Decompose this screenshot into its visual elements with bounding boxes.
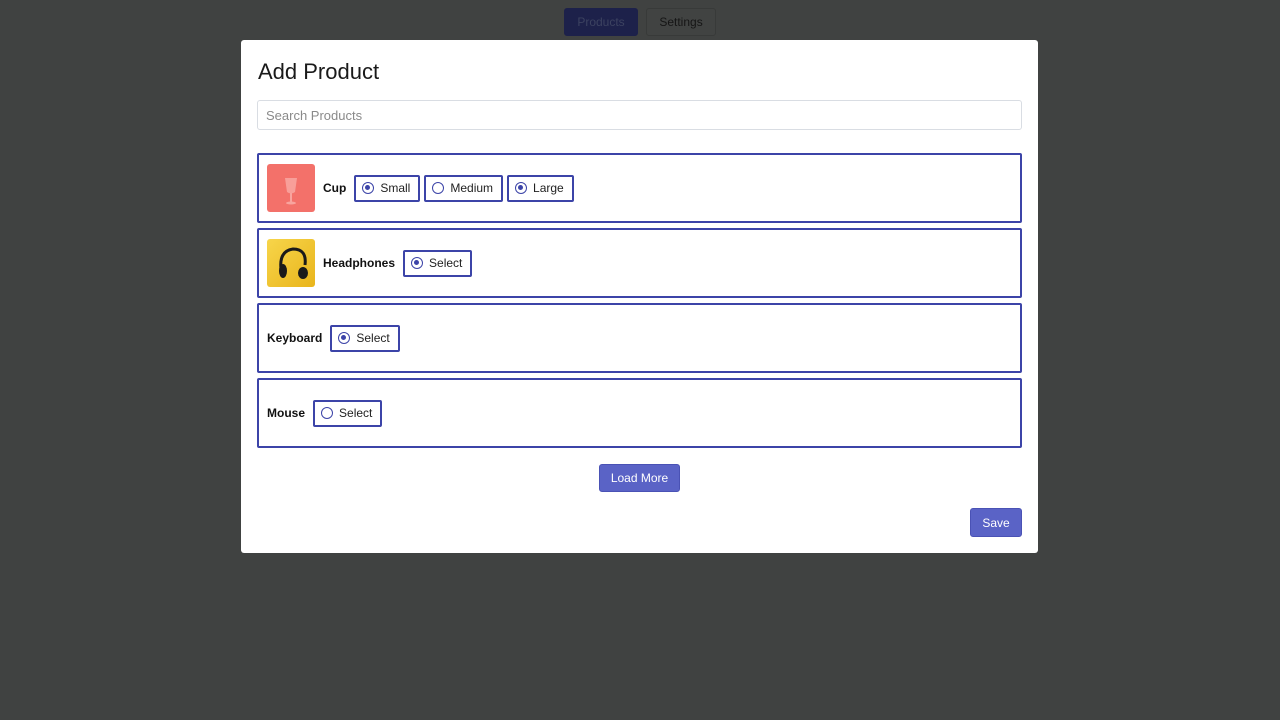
- radio-unchecked-icon: [321, 407, 334, 419]
- cup-icon: [285, 178, 297, 205]
- radio-unchecked-icon: [432, 182, 445, 194]
- headphones-image: [267, 239, 315, 287]
- search-input[interactable]: [257, 100, 1022, 130]
- tab-settings[interactable]: Settings: [646, 8, 716, 36]
- option-small[interactable]: Small: [354, 174, 421, 202]
- modal-title: Add Product: [258, 59, 380, 84]
- option-label: Small: [380, 181, 411, 195]
- tab-products[interactable]: Products: [564, 8, 638, 36]
- add-product-modal: Add Product Cup Small Medium: [241, 40, 1038, 553]
- cup-image: [267, 164, 315, 212]
- product-item-mouse: Mouse Select: [257, 378, 1022, 448]
- option-large[interactable]: Large: [507, 174, 574, 202]
- option-label: Select: [339, 406, 373, 420]
- save-button[interactable]: Save: [970, 508, 1022, 537]
- product-name: Keyboard: [267, 331, 323, 345]
- radio-checked-icon: [411, 257, 424, 269]
- headphones-icon: [279, 247, 308, 279]
- option-medium[interactable]: Medium: [424, 174, 504, 202]
- product-name: Mouse: [267, 406, 306, 420]
- option-select[interactable]: Select: [403, 249, 473, 277]
- product-name: Headphones: [323, 256, 396, 270]
- product-list: Cup Small Medium Large Headphones Select…: [257, 153, 1022, 453]
- radio-checked-icon: [338, 332, 351, 344]
- product-item-cup: Cup Small Medium Large: [257, 153, 1022, 223]
- product-name: Cup: [323, 181, 347, 195]
- option-label: Large: [533, 181, 564, 195]
- option-label: Select: [356, 331, 390, 345]
- option-select[interactable]: Select: [313, 399, 383, 427]
- radio-checked-icon: [362, 182, 375, 194]
- option-select[interactable]: Select: [330, 324, 400, 352]
- option-label: Select: [429, 256, 463, 270]
- option-label: Medium: [450, 181, 494, 195]
- top-navigation: Products Settings: [0, 8, 1280, 36]
- product-item-keyboard: Keyboard Select: [257, 303, 1022, 373]
- product-item-headphones: Headphones Select: [257, 228, 1022, 298]
- radio-checked-icon: [515, 182, 528, 194]
- load-more-button[interactable]: Load More: [599, 464, 680, 492]
